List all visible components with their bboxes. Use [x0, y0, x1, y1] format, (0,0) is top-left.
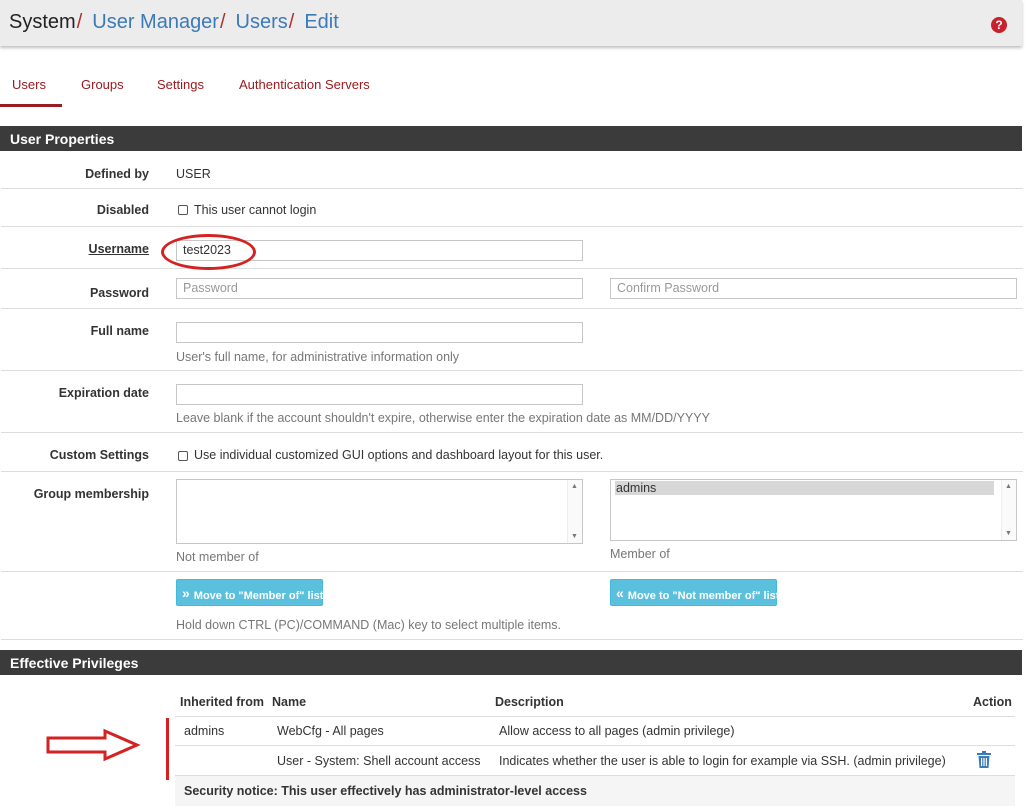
move-to-member-of-button[interactable]: » Move to "Member of" list [176, 579, 323, 606]
member-of-listbox[interactable]: admins ▲ ▼ [610, 479, 1017, 541]
column-name: Name [272, 695, 307, 709]
expiration-date-help: Leave blank if the account shouldn't exp… [176, 411, 710, 425]
row-2-name: User - System: Shell account access [277, 754, 481, 768]
move-to-member-of-label: Move to "Member of" list [193, 590, 324, 602]
page-header: System/User Manager/Users/Edit ? [0, 0, 1022, 46]
user-properties-heading: User Properties [0, 126, 1022, 151]
breadcrumb-edit[interactable]: Edit [304, 11, 338, 33]
scroll-down-icon[interactable]: ▼ [1005, 530, 1012, 537]
column-inherited-from: Inherited from [180, 695, 265, 709]
double-chevron-right-icon: » [182, 585, 190, 601]
annotation-bar [166, 718, 169, 780]
confirm-password-input[interactable]: Confirm Password [610, 278, 1017, 299]
row-1-name: WebCfg - All pages [277, 724, 384, 738]
breadcrumb-separator: / [76, 11, 83, 33]
group-move-buttons-row: » Move to "Member of" list «Move to "Not … [1, 572, 1023, 640]
expiration-date-row: Expiration date Leave blank if the accou… [1, 371, 1023, 433]
security-notice-row: Security notice: This user effectively h… [175, 776, 1015, 806]
double-chevron-left-icon: « [616, 585, 624, 601]
not-member-of-listbox[interactable]: ▲ ▼ [176, 479, 583, 544]
tab-settings[interactable]: Settings [157, 77, 204, 92]
breadcrumb-separator: / [219, 11, 226, 33]
custom-settings-checkbox[interactable] [178, 451, 188, 461]
listbox-scrollbar[interactable]: ▲ ▼ [1001, 480, 1016, 540]
username-label: Username [88, 242, 149, 256]
full-name-input[interactable] [176, 322, 583, 343]
security-notice: Security notice: This user effectively h… [184, 784, 587, 798]
breadcrumb-separator: / [288, 11, 295, 33]
disabled-label: Disabled [96, 203, 149, 217]
tab-groups[interactable]: Groups [81, 77, 124, 92]
expiration-date-input[interactable] [176, 384, 583, 405]
trash-icon[interactable] [976, 751, 992, 769]
scroll-down-icon[interactable]: ▼ [571, 533, 578, 540]
breadcrumb-user-manager[interactable]: User Manager [92, 11, 219, 33]
disabled-checkbox[interactable] [178, 205, 188, 215]
row-1-description: Allow access to all pages (admin privile… [499, 724, 735, 738]
listbox-scrollbar[interactable]: ▲ ▼ [567, 480, 582, 543]
group-option-admins[interactable]: admins [615, 481, 994, 495]
multi-select-hint: Hold down CTRL (PC)/COMMAND (Mac) key to… [176, 618, 562, 632]
not-member-of-caption: Not member of [176, 550, 259, 564]
column-action: Action [973, 695, 1012, 709]
group-membership-row: Group membership ▲ ▼ Not member of admin… [1, 472, 1023, 572]
annotation-ellipse [161, 234, 256, 270]
move-to-not-member-of-button[interactable]: «Move to "Not member of" list [610, 579, 780, 606]
custom-settings-checkbox-label: Use individual customized GUI options an… [194, 448, 604, 462]
effective-privileges-heading: Effective Privileges [0, 650, 1022, 675]
full-name-label: Full name [90, 324, 149, 338]
defined-by-value: USER [176, 167, 211, 181]
breadcrumb: System/User Manager/Users/Edit [9, 11, 339, 34]
breadcrumb-root: System [9, 11, 76, 33]
table-divider [175, 716, 1015, 717]
disabled-checkbox-label: This user cannot login [194, 203, 317, 217]
password-row: Password Password Confirm Password [1, 269, 1023, 309]
scroll-up-icon[interactable]: ▲ [571, 483, 578, 490]
full-name-row: Full name User's full name, for administ… [1, 309, 1023, 371]
breadcrumb-users[interactable]: Users [236, 11, 288, 33]
disabled-row: Disabled This user cannot login [1, 189, 1023, 227]
group-membership-label: Group membership [33, 487, 149, 501]
tab-users[interactable]: Users [12, 77, 46, 92]
move-to-not-member-of-label: Move to "Not member of" list [627, 590, 780, 602]
custom-settings-row: Custom Settings Use individual customize… [1, 433, 1023, 472]
defined-by-row: Defined by USER [1, 151, 1023, 189]
defined-by-label: Defined by [85, 167, 149, 181]
table-divider [175, 745, 1015, 746]
row-2-description: Indicates whether the user is able to lo… [499, 754, 946, 768]
custom-settings-label: Custom Settings [49, 448, 149, 462]
column-description: Description [495, 695, 564, 709]
annotation-arrow-icon [46, 728, 141, 762]
username-row: Username test2023 [1, 227, 1023, 269]
password-label: Password [89, 286, 149, 300]
full-name-help: User's full name, for administrative inf… [176, 350, 460, 364]
member-of-caption: Member of [610, 547, 670, 561]
tab-authentication-servers[interactable]: Authentication Servers [239, 77, 370, 92]
tab-bar: Users Groups Settings Authentication Ser… [0, 70, 1022, 107]
row-1-inherited: admins [184, 724, 225, 738]
active-tab-indicator [0, 104, 62, 107]
expiration-date-label: Expiration date [58, 386, 149, 400]
question-circle-icon[interactable]: ? [991, 17, 1007, 33]
password-input[interactable]: Password [176, 278, 583, 299]
scroll-up-icon[interactable]: ▲ [1005, 483, 1012, 490]
